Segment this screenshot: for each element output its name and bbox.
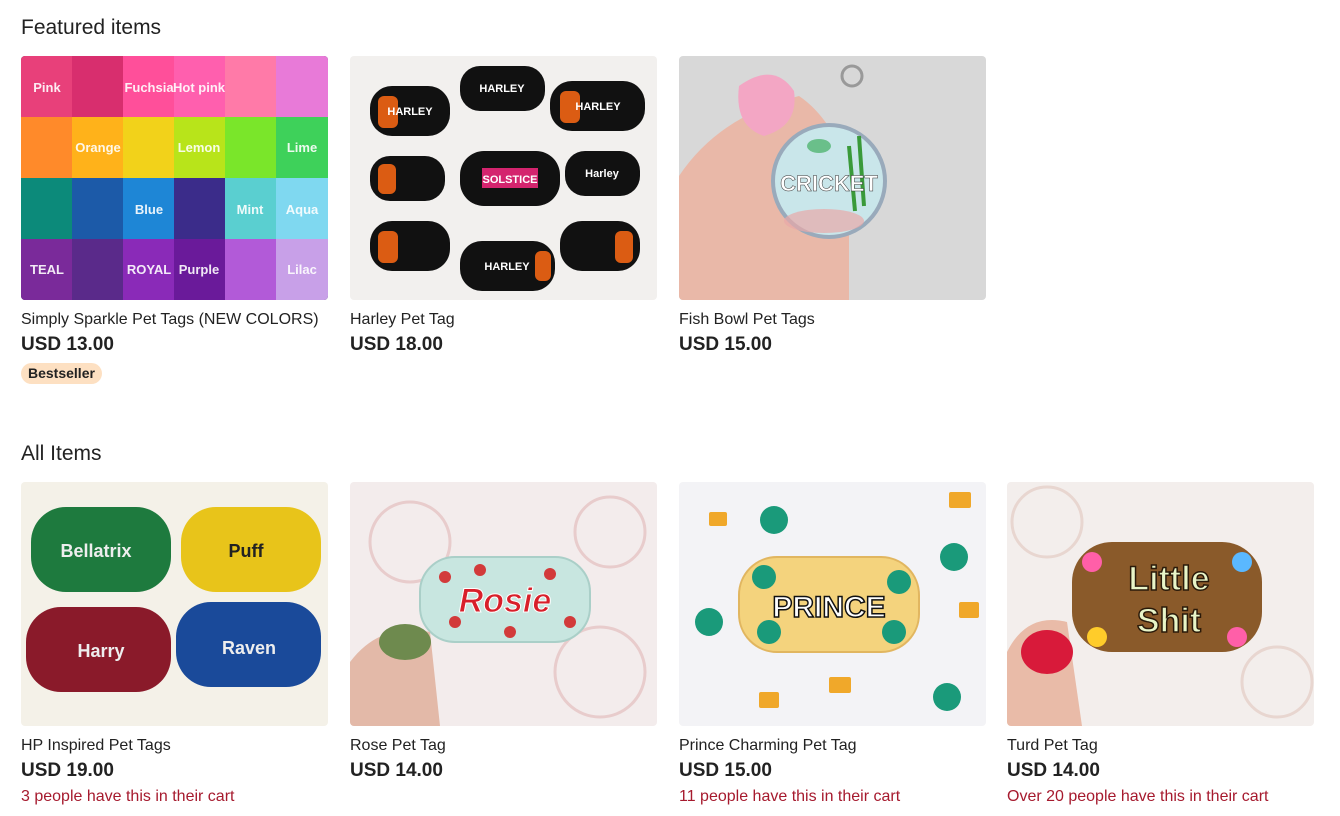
item-price: USD 14.00 xyxy=(1007,760,1100,781)
item-card-4[interactable]: Little Shit Turd Pet Tag USD 14.00 Over … xyxy=(1007,482,1314,806)
featured-items-heading: Featured items xyxy=(21,16,162,39)
svg-text:Rosie: Rosie xyxy=(459,582,552,620)
svg-text:Fuchsia: Fuchsia xyxy=(124,80,174,95)
svg-text:Raven: Raven xyxy=(222,638,276,658)
cart-count-note: Over 20 people have this in their cart xyxy=(1007,788,1269,805)
item-title[interactable]: Turd Pet Tag xyxy=(1007,737,1314,755)
svg-text:HARLEY: HARLEY xyxy=(387,106,433,118)
item-title[interactable]: HP Inspired Pet Tags xyxy=(21,737,328,755)
svg-text:PRINCE: PRINCE xyxy=(772,591,885,624)
item-image-sparkle[interactable]: Pink Fuchsia Hot pink Orange Lemon Lime … xyxy=(21,56,328,300)
item-card-1[interactable]: Bellatrix Puff Harry Raven HP Inspired P… xyxy=(21,482,328,806)
svg-text:Lemon: Lemon xyxy=(178,140,221,155)
svg-text:HARLEY: HARLEY xyxy=(484,261,530,273)
all-items-heading: All Items xyxy=(21,442,102,465)
svg-text:Harry: Harry xyxy=(77,641,124,661)
item-image-fishbowl[interactable]: CRICKET xyxy=(679,56,986,300)
svg-text:TEAL: TEAL xyxy=(30,262,64,277)
svg-text:SOLSTICE: SOLSTICE xyxy=(482,174,537,186)
featured-item-card-2[interactable]: HARLEY HARLEY HARLEY SOLSTICE Harley HAR… xyxy=(350,56,657,356)
svg-text:Hot pink: Hot pink xyxy=(173,80,226,95)
bestseller-badge: Bestseller xyxy=(21,363,102,384)
item-image-prince[interactable]: PRINCE xyxy=(679,482,986,726)
svg-text:Aqua: Aqua xyxy=(286,202,319,217)
item-price: USD 13.00 xyxy=(21,334,114,355)
cart-count-note: 3 people have this in their cart xyxy=(21,788,235,805)
item-image-turd[interactable]: Little Shit xyxy=(1007,482,1314,726)
svg-text:Shit: Shit xyxy=(1137,602,1201,640)
svg-text:HARLEY: HARLEY xyxy=(479,83,525,95)
item-title[interactable]: Harley Pet Tag xyxy=(350,311,657,329)
item-title[interactable]: Simply Sparkle Pet Tags (NEW COLORS) xyxy=(21,311,328,329)
svg-text:Bellatrix: Bellatrix xyxy=(60,541,131,561)
svg-text:Blue: Blue xyxy=(135,202,163,217)
item-title[interactable]: Prince Charming Pet Tag xyxy=(679,737,986,755)
item-title[interactable]: Fish Bowl Pet Tags xyxy=(679,311,986,329)
featured-item-card-3[interactable]: CRICKET Fish Bowl Pet Tags USD 15.00 xyxy=(679,56,986,356)
svg-text:Pink: Pink xyxy=(33,80,61,95)
svg-text:Puff: Puff xyxy=(229,541,265,561)
cart-count-note: 11 people have this in their cart xyxy=(679,788,901,805)
svg-text:HARLEY: HARLEY xyxy=(575,101,621,113)
svg-text:Little: Little xyxy=(1128,560,1209,598)
item-price: USD 19.00 xyxy=(21,760,114,781)
svg-text:Purple: Purple xyxy=(179,262,219,277)
svg-text:Lilac: Lilac xyxy=(287,262,317,277)
item-image-hp[interactable]: Bellatrix Puff Harry Raven xyxy=(21,482,328,726)
svg-text:Harley: Harley xyxy=(585,168,620,180)
item-title[interactable]: Rose Pet Tag xyxy=(350,737,657,755)
svg-text:ROYAL: ROYAL xyxy=(127,262,171,277)
item-price: USD 15.00 xyxy=(679,334,772,355)
item-price: USD 18.00 xyxy=(350,334,443,355)
item-image-rose[interactable]: Rosie xyxy=(350,482,657,726)
item-price: USD 15.00 xyxy=(679,760,772,781)
svg-text:Mint: Mint xyxy=(237,202,264,217)
item-price: USD 14.00 xyxy=(350,760,443,781)
item-card-3[interactable]: PRINCE Prince Charming Pet Tag USD 15.00… xyxy=(679,482,986,806)
featured-item-card-1[interactable]: Pink Fuchsia Hot pink Orange Lemon Lime … xyxy=(21,56,328,384)
svg-text:CRICKET: CRICKET xyxy=(780,171,878,196)
svg-text:Orange: Orange xyxy=(75,140,121,155)
item-image-harley[interactable]: HARLEY HARLEY HARLEY SOLSTICE Harley HAR… xyxy=(350,56,657,300)
item-card-2[interactable]: Rosie Rose Pet Tag USD 14.00 xyxy=(350,482,657,782)
svg-text:Lime: Lime xyxy=(287,140,317,155)
